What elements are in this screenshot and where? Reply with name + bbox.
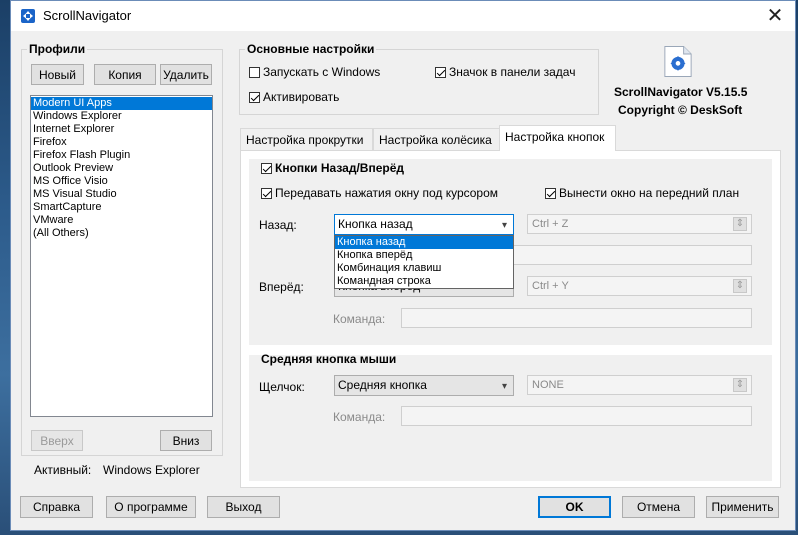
back-shortcut-field[interactable]: Ctrl + Z bbox=[527, 214, 752, 234]
activate-label: Активировать bbox=[263, 90, 340, 104]
back-action-value: Кнопка назад bbox=[338, 217, 413, 231]
tab-scroll-settings[interactable]: Настройка прокрутки bbox=[240, 128, 373, 150]
list-item[interactable]: Outlook Preview bbox=[31, 162, 212, 175]
back-forward-group-box[interactable] bbox=[261, 162, 272, 174]
dropdown-option[interactable]: Командная строка bbox=[335, 275, 513, 288]
chevron-down-icon: ▾ bbox=[501, 220, 507, 231]
list-item[interactable]: SmartCapture bbox=[31, 201, 212, 214]
version-text: ScrollNavigator V5.15.5 bbox=[614, 85, 748, 99]
main-settings-heading: Основные настройки bbox=[245, 42, 377, 56]
move-up-button[interactable]: Вверх bbox=[31, 430, 83, 451]
middle-click-label: Щелчок: bbox=[259, 380, 305, 394]
list-item[interactable]: Windows Explorer bbox=[31, 110, 212, 123]
help-button[interactable]: Справка bbox=[20, 496, 93, 518]
middle-click-select[interactable]: Средняя кнопка ▾ bbox=[334, 375, 514, 396]
apply-button[interactable]: Применить bbox=[706, 496, 779, 518]
list-item[interactable]: Modern UI Apps bbox=[31, 97, 212, 110]
middle-shortcut-field[interactable]: NONE bbox=[527, 375, 752, 395]
tab-wheel-settings[interactable]: Настройка колёсика bbox=[373, 128, 500, 150]
close-icon[interactable]: ✕ bbox=[763, 4, 787, 28]
tab-button-settings[interactable]: Настройка кнопок bbox=[499, 125, 616, 151]
back-action-dropdown-list[interactable]: Кнопка назад Кнопка вперёд Комбинация клав… bbox=[334, 235, 514, 289]
profiles-list[interactable]: Modern UI Apps Windows Explorer Internet E… bbox=[30, 95, 213, 417]
dropdown-option[interactable]: Комбинация клавиш bbox=[335, 262, 513, 275]
tray-icon-box[interactable] bbox=[435, 66, 446, 78]
list-item[interactable]: Firefox bbox=[31, 136, 212, 149]
tray-icon-label: Значок в панели задач bbox=[449, 65, 576, 79]
dropdown-option[interactable]: Кнопка назад bbox=[335, 236, 513, 249]
exit-button[interactable]: Выход bbox=[207, 496, 280, 518]
window-title: ScrollNavigator bbox=[43, 8, 132, 23]
forward-shortcut-stepper-icon[interactable]: ⇕ bbox=[733, 279, 747, 293]
dropdown-option[interactable]: Кнопка вперёд bbox=[335, 249, 513, 262]
delete-profile-button[interactable]: Удалить bbox=[160, 64, 212, 85]
about-button[interactable]: О программе bbox=[106, 496, 196, 518]
title-bar: ScrollNavigator ✕ bbox=[11, 1, 795, 31]
list-item[interactable]: VMware bbox=[31, 214, 212, 227]
cancel-button[interactable]: Отмена bbox=[622, 496, 695, 518]
middle-button-heading: Средняя кнопка мыши bbox=[261, 352, 397, 366]
copy-profile-button[interactable]: Копия bbox=[94, 64, 156, 85]
new-profile-button[interactable]: Новый bbox=[31, 64, 84, 85]
app-window: ScrollNavigator ✕ Профили Новый Копия Уд… bbox=[10, 0, 796, 531]
activate-checkbox[interactable]: Активировать bbox=[249, 90, 339, 104]
navigator-logo-icon bbox=[664, 46, 692, 77]
forward-command-label: Команда: bbox=[333, 312, 386, 326]
start-with-windows-box[interactable] bbox=[249, 66, 260, 78]
forward-shortcut-field[interactable]: Ctrl + Y bbox=[527, 276, 752, 296]
pass-clicks-label: Передавать нажатия окну под курсором bbox=[275, 186, 499, 200]
back-forward-group-checkbox[interactable]: Кнопки Назад/Вперёд bbox=[261, 161, 404, 175]
main-settings-group bbox=[239, 49, 599, 115]
middle-command-field[interactable] bbox=[401, 406, 752, 426]
app-icon bbox=[21, 9, 35, 23]
bring-front-label: Вынести окно на передний план bbox=[559, 186, 740, 200]
active-profile-label: Активный: bbox=[34, 463, 92, 477]
forward-label: Вперёд: bbox=[259, 280, 304, 294]
list-item[interactable]: Internet Explorer bbox=[31, 123, 212, 136]
back-label: Назад: bbox=[259, 218, 297, 232]
tray-icon-checkbox[interactable]: Значок в панели задач bbox=[435, 65, 575, 79]
chevron-down-icon: ▾ bbox=[501, 381, 507, 392]
profiles-heading: Профили bbox=[27, 42, 88, 56]
forward-command-field[interactable] bbox=[401, 308, 752, 328]
bring-front-box[interactable] bbox=[545, 187, 556, 199]
middle-shortcut-value: NONE bbox=[532, 379, 564, 391]
bring-front-checkbox[interactable]: Вынести окно на передний план bbox=[545, 186, 739, 200]
ok-button[interactable]: OK bbox=[538, 496, 611, 518]
back-action-select[interactable]: Кнопка назад ▾ bbox=[334, 214, 514, 235]
middle-click-value: Средняя кнопка bbox=[338, 378, 427, 392]
list-item[interactable]: MS Office Visio bbox=[31, 175, 212, 188]
start-with-windows-label: Запускать с Windows bbox=[263, 65, 381, 79]
pass-clicks-box[interactable] bbox=[261, 187, 272, 199]
list-item[interactable]: (All Others) bbox=[31, 227, 212, 240]
copyright-text: Copyright © DeskSoft bbox=[618, 103, 743, 117]
list-item[interactable]: Firefox Flash Plugin bbox=[31, 149, 212, 162]
middle-command-label: Команда: bbox=[333, 410, 386, 424]
active-profile-value: Windows Explorer bbox=[103, 463, 200, 477]
middle-shortcut-stepper-icon[interactable]: ⇕ bbox=[733, 378, 747, 392]
list-item[interactable]: MS Visual Studio bbox=[31, 188, 212, 201]
start-with-windows-checkbox[interactable]: Запускать с Windows bbox=[249, 65, 380, 79]
forward-shortcut-value: Ctrl + Y bbox=[532, 280, 569, 292]
back-shortcut-stepper-icon[interactable]: ⇕ bbox=[733, 217, 747, 231]
back-shortcut-value: Ctrl + Z bbox=[532, 218, 569, 230]
move-down-button[interactable]: Вниз bbox=[160, 430, 212, 451]
pass-clicks-checkbox[interactable]: Передавать нажатия окну под курсором bbox=[261, 186, 498, 200]
activate-box[interactable] bbox=[249, 91, 260, 103]
back-forward-group-label: Кнопки Назад/Вперёд bbox=[275, 161, 404, 175]
